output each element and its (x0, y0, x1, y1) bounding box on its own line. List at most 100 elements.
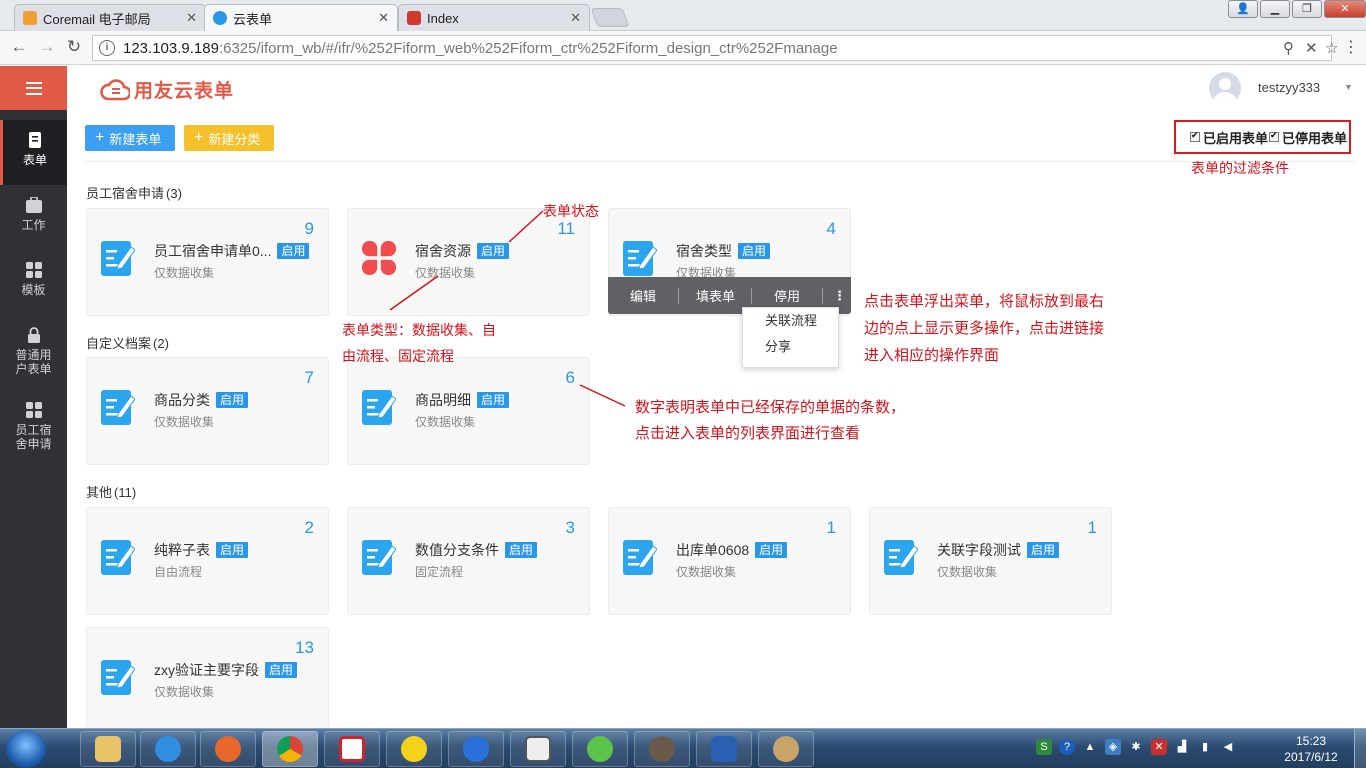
form-card[interactable]: 1 出库单0608 启用 仅数据收集 (608, 507, 851, 615)
avatar[interactable] (1209, 72, 1241, 104)
maximize-button[interactable]: ❐ (1292, 0, 1322, 18)
taskbar-music[interactable] (386, 731, 442, 767)
record-count[interactable]: 7 (305, 368, 314, 388)
tray-flag-icon[interactable]: ✕ (1151, 739, 1167, 755)
tray-bluetooth-icon[interactable]: ✱ (1128, 739, 1144, 755)
record-count[interactable]: 3 (566, 518, 575, 538)
form-edit-icon (101, 390, 135, 425)
browser-menu-icon[interactable]: ⋮ (1340, 37, 1362, 57)
form-title: 纯粹子表 启用 (154, 540, 249, 560)
form-card[interactable]: 2 纯粹子表 启用 自由流程 (86, 507, 329, 615)
user-profile-icon[interactable]: 👤 (1228, 0, 1258, 18)
zoom-search-icon[interactable]: ⚲ (1283, 39, 1294, 57)
disabled-filter-label[interactable]: 已停用表单 (1282, 128, 1347, 147)
edit-menu-item[interactable]: 编辑 (630, 286, 656, 305)
app-logo[interactable]: 用友云表单 (100, 76, 234, 103)
form-edit-icon (884, 540, 918, 575)
taskbar-ie[interactable] (140, 731, 196, 767)
form-card[interactable]: 9 员工宿舍申请单0... 启用 仅数据收集 (86, 208, 329, 316)
enabled-filter-checkbox[interactable] (1190, 130, 1200, 142)
disable-menu-item[interactable]: 停用 (774, 286, 800, 305)
briefcase-icon (25, 197, 42, 213)
tray-battery-icon[interactable]: ▮ (1197, 739, 1213, 755)
close-tab-icon[interactable]: ✕ (378, 10, 389, 26)
form-card[interactable]: 1 关联字段测试 启用 仅数据收集 (869, 507, 1112, 615)
chevron-down-icon[interactable]: ▼ (1344, 82, 1353, 92)
tray-signal-icon[interactable]: ▟ (1174, 739, 1190, 755)
new-tab-button[interactable] (590, 8, 630, 27)
start-button[interactable] (6, 730, 46, 768)
sidebar-item-normal-user-form[interactable]: 普通用户表单 (0, 315, 67, 390)
new-form-button[interactable]: + 新建表单 (85, 125, 175, 151)
taskbar-chrome[interactable] (262, 731, 318, 767)
form-type: 仅数据收集 (415, 266, 476, 280)
clock-date: 2017/6/12 (1284, 750, 1338, 764)
back-arrow-icon[interactable]: ← (8, 37, 30, 57)
taskbar-reader[interactable] (510, 731, 566, 767)
form-card[interactable]: 13 zxy验证主要字段 启用 仅数据收集 (86, 627, 329, 728)
form-title-text: 商品明细 (415, 392, 471, 408)
sidebar-item-form[interactable]: 表单 (0, 120, 67, 185)
tray-app-icon[interactable]: S (1036, 739, 1052, 755)
new-category-button[interactable]: + 新建分类 (184, 125, 274, 151)
taskbar-word[interactable] (696, 731, 752, 767)
taskbar-explorer[interactable] (80, 731, 136, 767)
forward-arrow-icon[interactable]: → (36, 37, 58, 57)
show-desktop-button[interactable] (1354, 729, 1366, 768)
taskbar-wechat[interactable] (572, 731, 628, 767)
browser-tab-yunbiaodan[interactable]: 云表单 ✕ (204, 4, 398, 31)
record-count[interactable]: 1 (1088, 518, 1097, 538)
record-count[interactable]: 9 (305, 219, 314, 239)
form-card[interactable]: 3 数值分支条件 启用 固定流程 (347, 507, 590, 615)
taskbar-video[interactable] (448, 731, 504, 767)
sidebar-item-dorm-application[interactable]: 员工宿舍申请 (0, 390, 67, 465)
status-badge: 启用 (477, 243, 510, 259)
count-annotation-line-1: 数字表明表单中已经保存的单据的条数， (635, 399, 906, 416)
record-count[interactable]: 6 (566, 368, 575, 388)
address-bar[interactable]: i 123.103.9.189 :6325/iform_wb/#/ifr/%25… (92, 35, 1338, 61)
reload-icon[interactable]: ↻ (63, 37, 85, 57)
browser-tab-index[interactable]: Index ✕ (398, 4, 590, 31)
close-tab-icon[interactable]: ✕ (570, 10, 581, 26)
clear-icon[interactable]: ✕ (1305, 39, 1318, 57)
username[interactable]: testzyy333 (1258, 80, 1320, 95)
dropdown-item-link-workflow[interactable]: 关联流程 (743, 308, 838, 334)
menu-toggle-button[interactable] (0, 66, 67, 110)
window-close-button[interactable]: ✕ (1324, 0, 1366, 18)
tray-volume-icon[interactable]: ◀ (1220, 739, 1236, 755)
record-count[interactable]: 1 (827, 518, 836, 538)
dropdown-item-share[interactable]: 分享 (743, 334, 838, 360)
record-count[interactable]: 4 (827, 219, 836, 239)
form-title: 数值分支条件 启用 (415, 540, 538, 560)
menu-annotation-line-1: 点击表单浮出菜单，将鼠标放到最右 (864, 293, 1105, 310)
record-count[interactable]: 2 (305, 518, 314, 538)
form-title-text: 关联字段测试 (937, 542, 1021, 558)
tray-help-icon[interactable]: ? (1059, 739, 1075, 755)
form-card[interactable]: 7 商品分类 启用 仅数据收集 (86, 357, 329, 465)
sidebar-item-work[interactable]: 工作 (0, 185, 67, 250)
form-card[interactable]: 6 商品明细 启用 仅数据收集 (347, 357, 590, 465)
browser-tab-coremail[interactable]: Coremail 电子邮局 ✕ (14, 4, 206, 31)
more-options-icon[interactable]: ⋮ (833, 288, 846, 304)
bookmark-star-icon[interactable]: ☆ (1325, 39, 1338, 57)
form-title-text: 商品分类 (154, 392, 210, 408)
status-badge: 启用 (477, 392, 510, 408)
close-tab-icon[interactable]: ✕ (186, 10, 197, 26)
disabled-filter-checkbox[interactable] (1269, 130, 1280, 142)
record-count[interactable]: 13 (295, 638, 314, 658)
sidebar-item-template[interactable]: 模板 (0, 250, 67, 315)
tray-network-icon[interactable]: ◈ (1105, 739, 1121, 755)
enabled-filter-label[interactable]: 已启用表单 (1203, 128, 1268, 147)
taskbar-paint[interactable] (758, 731, 814, 767)
taskbar-firefox[interactable] (200, 731, 256, 767)
status-badge: 启用 (277, 243, 310, 259)
fill-form-menu-item[interactable]: 填表单 (696, 286, 735, 305)
form-edit-icon (101, 540, 135, 575)
site-info-icon[interactable]: i (99, 40, 115, 56)
minimize-button[interactable]: ▁ (1260, 0, 1290, 18)
sidebar-item-label: 工作 (21, 218, 46, 232)
taskbar-letv[interactable] (324, 731, 380, 767)
taskbar-clock[interactable]: 15:23 2017/6/12 (1278, 733, 1344, 765)
tray-expand-icon[interactable]: ▲ (1082, 739, 1098, 755)
taskbar-photo[interactable] (634, 731, 690, 767)
